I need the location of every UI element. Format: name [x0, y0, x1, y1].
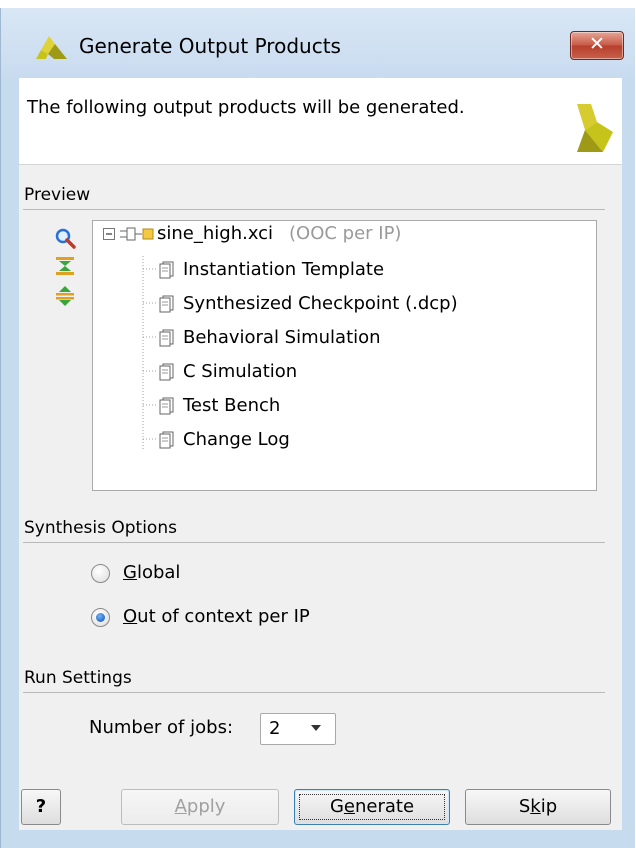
label-text: ut of context per IP — [137, 606, 310, 627]
label-text: pply — [186, 796, 226, 817]
document-icon — [159, 261, 174, 279]
number-of-jobs-label: Number of jobs: — [89, 717, 233, 738]
expand-all-icon[interactable] — [54, 285, 76, 307]
tree-item-label: Behavioral Simulation — [183, 327, 381, 348]
skip-button[interactable]: Skip — [465, 789, 611, 825]
output-products-tree[interactable]: sine_high.xci (OOC per IP) Instantiation… — [92, 220, 597, 491]
app-logo-icon — [36, 36, 67, 59]
collapse-toggle-icon[interactable] — [103, 228, 115, 240]
ip-core-icon — [120, 227, 154, 241]
button-bar: ? Apply Generate Skip — [19, 776, 622, 830]
mnemonic-char: G — [123, 562, 137, 583]
window-title: Generate Output Products — [79, 34, 341, 58]
root-file-note: (OOC per IP) — [289, 223, 402, 244]
focus-ring — [299, 794, 445, 820]
document-icon — [159, 295, 174, 313]
label-text: lobal — [136, 562, 181, 583]
close-button[interactable]: ✕ — [570, 31, 624, 60]
jobs-selected-value: 2 — [269, 718, 281, 739]
document-icon — [159, 329, 174, 347]
preview-divider — [23, 209, 605, 210]
mnemonic-char: k — [530, 796, 541, 817]
root-file-name: sine_high.xci — [157, 223, 274, 244]
search-icon[interactable] — [54, 227, 76, 249]
document-icon — [159, 363, 174, 381]
tree-item-label: Synthesized Checkpoint (.dcp) — [183, 293, 458, 314]
document-icon — [159, 397, 174, 415]
mnemonic-char: O — [123, 606, 138, 627]
tree-item-label: C Simulation — [183, 361, 298, 382]
label-text: Number of — [89, 717, 191, 738]
document-icon — [159, 431, 174, 449]
label-text: S — [518, 796, 531, 817]
vivado-logo-icon — [577, 104, 613, 152]
dialog-body: The following output products will be ge… — [19, 78, 622, 830]
help-button[interactable]: ? — [21, 789, 61, 825]
run-settings-divider — [23, 692, 605, 693]
generate-button[interactable]: Generate — [294, 789, 450, 825]
header-panel: The following output products will be ge… — [19, 78, 622, 165]
global-radio[interactable] — [91, 564, 110, 583]
close-icon: ✕ — [589, 33, 605, 55]
label-text: obs: — [195, 717, 234, 738]
tree-item-label: Instantiation Template — [183, 259, 385, 280]
label-text: ip — [540, 796, 558, 817]
title-bar[interactable]: Generate Output Products ✕ — [1, 8, 635, 78]
synthesis-options-label: Synthesis Options — [24, 518, 177, 538]
preview-label: Preview — [24, 185, 91, 205]
mnemonic-char: A — [174, 796, 187, 817]
out-of-context-radio[interactable] — [91, 608, 110, 627]
synthesis-divider — [23, 542, 605, 543]
global-radio-label[interactable]: Global — [123, 562, 180, 583]
tree-item-label: Change Log — [183, 429, 290, 450]
tree-item-label: Test Bench — [183, 395, 281, 416]
number-of-jobs-select[interactable]: 2 — [260, 713, 336, 745]
out-of-context-radio-label[interactable]: Out of context per IP — [123, 606, 310, 627]
run-settings-label: Run Settings — [24, 668, 132, 688]
collapse-all-icon[interactable] — [54, 255, 76, 277]
apply-button[interactable]: Apply — [121, 789, 279, 825]
dialog-window: Generate Output Products ✕ The following… — [0, 8, 635, 848]
header-description: The following output products will be ge… — [27, 97, 465, 118]
chevron-down-icon[interactable] — [311, 725, 321, 731]
tree-root-row[interactable]: sine_high.xci (OOC per IP) — [93, 221, 593, 251]
